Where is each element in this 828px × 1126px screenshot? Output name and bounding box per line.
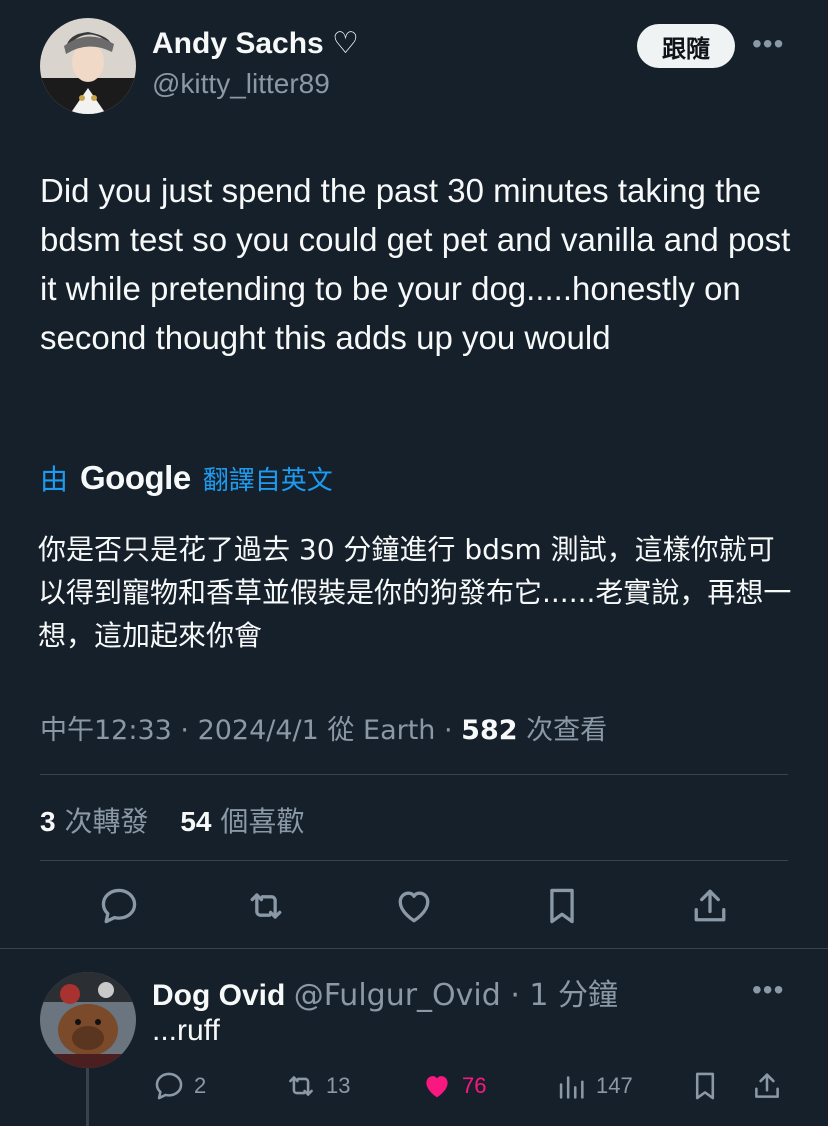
reply-icon bbox=[155, 1072, 183, 1100]
translation-attribution: 由 Google 翻譯自英文 bbox=[40, 458, 333, 498]
retweets-stat[interactable]: 3 次轉發 bbox=[40, 805, 149, 838]
reply-retweet-count: 13 bbox=[326, 1073, 351, 1098]
reply-retweet-button[interactable]: 13 bbox=[284, 1066, 350, 1106]
heart-icon[interactable] bbox=[392, 884, 436, 928]
translated-by-prefix: 由 bbox=[40, 463, 69, 496]
reply-reply-count: 2 bbox=[194, 1073, 207, 1098]
tweet-date[interactable]: 2024/4/1 bbox=[198, 715, 319, 746]
google-logo: Google bbox=[80, 459, 191, 496]
reply-view-count: 147 bbox=[596, 1073, 633, 1098]
views-count: 582 bbox=[461, 715, 518, 746]
tweet-meta: 中午12:33 · 2024/4/1 從 Earth · 582 次查看 bbox=[40, 715, 608, 746]
retweet-icon bbox=[289, 1076, 313, 1096]
retweet-icon[interactable] bbox=[244, 884, 288, 928]
tweet-translation: 你是否只是花了過去 30 分鐘進行 bdsm 測試，這樣你就可以得到寵物和香草並… bbox=[38, 533, 792, 652]
reply-avatar[interactable] bbox=[40, 972, 136, 1068]
author-avatar[interactable] bbox=[40, 18, 136, 114]
reply-views-button[interactable]: 147 bbox=[554, 1066, 633, 1106]
reply-like-count: 76 bbox=[462, 1073, 487, 1098]
tweet-time[interactable]: 中午12:33 bbox=[40, 715, 172, 746]
more-options-icon[interactable]: ••• bbox=[752, 28, 784, 60]
reply-reply-button[interactable]: 2 bbox=[152, 1066, 206, 1106]
reply-more-options-icon[interactable]: ••• bbox=[752, 974, 784, 1006]
reply-time[interactable]: 1 分鐘 bbox=[529, 978, 618, 1013]
follow-button[interactable]: 跟隨 bbox=[637, 24, 735, 68]
reply-share-icon[interactable] bbox=[750, 1068, 784, 1104]
divider bbox=[40, 860, 788, 861]
engagement-stats: 3 次轉發 54 個喜歡 bbox=[40, 800, 304, 840]
divider bbox=[0, 948, 828, 949]
reply-header: Dog Ovid @Fulgur_Ovid · 1 分鐘 bbox=[152, 978, 619, 1013]
share-icon[interactable] bbox=[688, 884, 732, 928]
reply-like-button[interactable]: 76 bbox=[420, 1066, 486, 1106]
reply-text: ...ruff bbox=[152, 1014, 220, 1047]
analytics-icon bbox=[559, 1076, 584, 1099]
reply-bookmark-icon[interactable] bbox=[688, 1068, 722, 1104]
author-handle[interactable]: @kitty_litter89 bbox=[152, 68, 330, 100]
reply-author-name[interactable]: Dog Ovid bbox=[152, 979, 285, 1012]
tweet-source: 從 Earth bbox=[327, 715, 436, 746]
tweet-text: Did you just spend the past 30 minutes t… bbox=[40, 172, 791, 356]
author-name[interactable]: Andy Sachs ♡ bbox=[152, 26, 359, 61]
translated-from-link[interactable]: 翻譯自英文 bbox=[203, 460, 333, 497]
views-label: 次查看 bbox=[526, 715, 608, 746]
divider bbox=[40, 774, 788, 775]
heart-filled-icon bbox=[426, 1076, 448, 1098]
likes-stat[interactable]: 54 個喜歡 bbox=[180, 805, 304, 838]
thread-line bbox=[86, 1068, 89, 1126]
reply-author-handle[interactable]: @Fulgur_Ovid bbox=[294, 978, 501, 1013]
reply-icon[interactable] bbox=[97, 884, 141, 928]
bookmark-icon[interactable] bbox=[540, 884, 584, 928]
